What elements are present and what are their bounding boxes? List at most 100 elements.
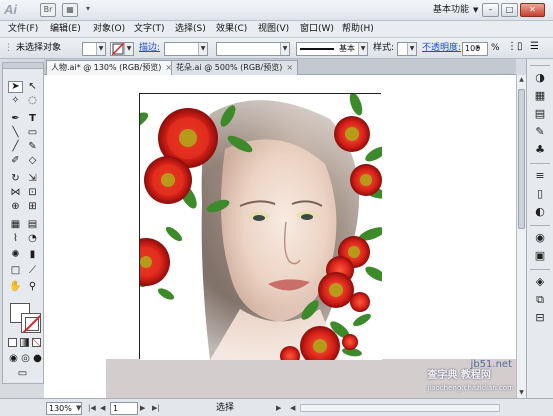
menu-select[interactable]: 选择(S) [175,23,206,35]
status-bar: 130% ▼ |◀ ◀ 1 ▶ ▶| 选择 ▶ ◀ [0,398,553,416]
canvas[interactable]: jb51.net 查字典 教程网 jiaocheng.chazidian.com [44,75,516,398]
screen-mode-icon[interactable]: ▭ [15,368,30,380]
panel-grip[interactable] [3,63,43,69]
rotate-tool-icon[interactable]: ↻ [8,173,23,185]
previous-artboard-icon[interactable]: ◀ [100,403,105,413]
menu-object[interactable]: 对象(O) [93,23,125,35]
transparency-panel-icon[interactable]: ◐ [532,205,548,219]
blend-tool-icon[interactable]: ◔ [25,233,40,245]
blob-brush-tool-icon[interactable]: ✐ [8,155,23,167]
panel-menu-icon[interactable]: ☰ [530,41,539,52]
color-mode-icon[interactable] [8,338,17,347]
horizontal-scrollbar[interactable] [300,404,500,412]
selection-status: 未选择对象 [16,43,62,53]
maximize-button[interactable]: □ [501,3,518,17]
magic-wand-tool-icon[interactable]: ✧ [8,95,23,107]
scale-tool-icon[interactable]: ⇲ [25,173,40,185]
next-artboard-icon[interactable]: ▶ [140,403,145,413]
pen-tool-icon[interactable]: ✒ [8,113,23,125]
menu-help[interactable]: 帮助(H) [342,23,374,35]
right-panel-dock: ◑ ▦ ▤ ✎ ♣ ≡ ▯ ◐ ◉ ▣ ◈ ⧉ ⊟ [526,59,553,398]
rectangle-tool-icon[interactable]: ▭ [25,127,40,139]
zoom-tool-icon[interactable]: ⚲ [25,281,40,293]
graphic-style-picker[interactable]: ▼ [397,42,417,56]
type-tool-icon[interactable]: T [25,113,40,125]
menu-type[interactable]: 文字(T) [134,23,165,35]
shape-builder-tool-icon[interactable]: ⊕ [8,201,23,213]
menu-bar: 文件(F) 编辑(E) 对象(O) 文字(T) 选择(S) 效果(C) 视图(V… [0,21,553,37]
stroke-swatch[interactable] [21,313,41,333]
column-graph-tool-icon[interactable]: ▮ [25,249,40,261]
slice-tool-icon[interactable]: ⟋ [25,265,40,277]
artboard-number-field[interactable]: 1 [110,402,138,415]
arrange-documents-icon[interactable]: ▦ [62,3,78,17]
chevron-right-icon[interactable]: ▸ [477,42,480,53]
bridge-icon[interactable]: Br [40,3,56,17]
first-artboard-icon[interactable]: |◀ [88,403,96,413]
vertical-scrollbar[interactable]: ▲ ▼ [516,75,526,398]
artboard[interactable] [139,93,382,360]
links-panel-icon[interactable]: ⊟ [532,311,548,325]
menu-file[interactable]: 文件(F) [8,23,38,35]
fill-color-picker[interactable]: ▼ [82,42,106,56]
opacity-link[interactable]: 不透明度: [422,43,461,54]
direct-selection-tool-icon[interactable]: ↖ [25,81,40,93]
scroll-up-icon[interactable]: ▲ [517,75,526,85]
symbols-panel-icon[interactable]: ♣ [532,143,548,157]
minimize-button[interactable]: – [482,3,499,17]
draw-inside-icon[interactable]: ● [30,353,45,365]
stroke-link[interactable]: 描边: [139,43,160,54]
hand-tool-icon[interactable]: ✋ [8,281,23,293]
menu-effect[interactable]: 效果(C) [216,23,247,35]
line-tool-icon[interactable]: ╲ [8,127,23,139]
stroke-panel-icon[interactable]: ≡ [532,169,548,183]
scroll-left-icon[interactable]: ◀ [290,403,295,413]
align-icon[interactable]: ⋮▯ [507,41,523,52]
tab-person-document[interactable]: 人物.ai* @ 130% (RGB/预览) × [46,60,178,75]
color-guide-icon[interactable]: ▦ [532,89,548,103]
swatches-panel-icon[interactable]: ▤ [532,107,548,121]
artboard-tool-icon[interactable]: □ [8,265,23,277]
pencil-tool-icon[interactable]: ✎ [25,141,40,153]
status-menu-icon[interactable]: ▶ [276,403,281,413]
layers-panel-icon[interactable]: ◈ [532,275,548,289]
brush-definition[interactable]: 基本 ▼ [296,42,368,56]
brushes-panel-icon[interactable]: ✎ [532,125,548,139]
selection-tool-icon[interactable]: ➤ [8,81,23,93]
scroll-thumb[interactable] [518,89,525,229]
artboards-panel-icon[interactable]: ⧉ [532,293,548,307]
width-tool-icon[interactable]: ⋈ [8,187,23,199]
opacity-input[interactable]: 100 [462,42,488,56]
tab-flower-document[interactable]: 花朵.ai @ 500% (RGB/预览) × [171,60,299,75]
last-artboard-icon[interactable]: ▶| [152,403,160,413]
graphic-styles-panel-icon[interactable]: ▣ [532,249,548,263]
mesh-tool-icon[interactable]: ▦ [8,219,23,231]
menu-edit[interactable]: 编辑(E) [50,23,81,35]
close-icon[interactable]: × [286,63,293,72]
dock-divider [530,163,550,164]
menu-window[interactable]: 窗口(W) [300,23,334,35]
perspective-grid-tool-icon[interactable]: ⊞ [25,201,40,213]
tab-label: 人物.ai* @ 130% (RGB/预览) [51,63,162,72]
eraser-tool-icon[interactable]: ◇ [25,155,40,167]
color-panel-icon[interactable]: ◑ [532,71,548,85]
free-transform-tool-icon[interactable]: ⊡ [25,187,40,199]
workspace-switcher[interactable]: 基本功能 ▼ [429,3,482,18]
symbol-sprayer-tool-icon[interactable]: ✺ [8,249,23,261]
stroke-weight-field[interactable]: ▼ [164,42,208,56]
scroll-down-icon[interactable]: ▼ [517,388,526,398]
none-mode-icon[interactable] [32,338,41,347]
appearance-panel-icon[interactable]: ◉ [532,231,548,245]
gradient-tool-icon[interactable]: ▤ [25,219,40,231]
variable-width-profile[interactable]: ▼ [216,42,290,56]
eyedropper-tool-icon[interactable]: ⌇ [8,233,23,245]
chevron-down-icon[interactable]: ▼ [76,403,81,413]
chevron-down-icon[interactable]: ▾ [80,3,96,17]
paintbrush-tool-icon[interactable]: ╱ [8,141,23,153]
menu-view[interactable]: 视图(V) [258,23,289,35]
lasso-tool-icon[interactable]: ◌ [25,95,40,107]
close-button[interactable]: ✕ [520,3,545,17]
gradient-mode-icon[interactable] [20,338,29,347]
gradient-panel-icon[interactable]: ▯ [532,187,548,201]
stroke-color-picker[interactable]: ▼ [110,42,134,56]
